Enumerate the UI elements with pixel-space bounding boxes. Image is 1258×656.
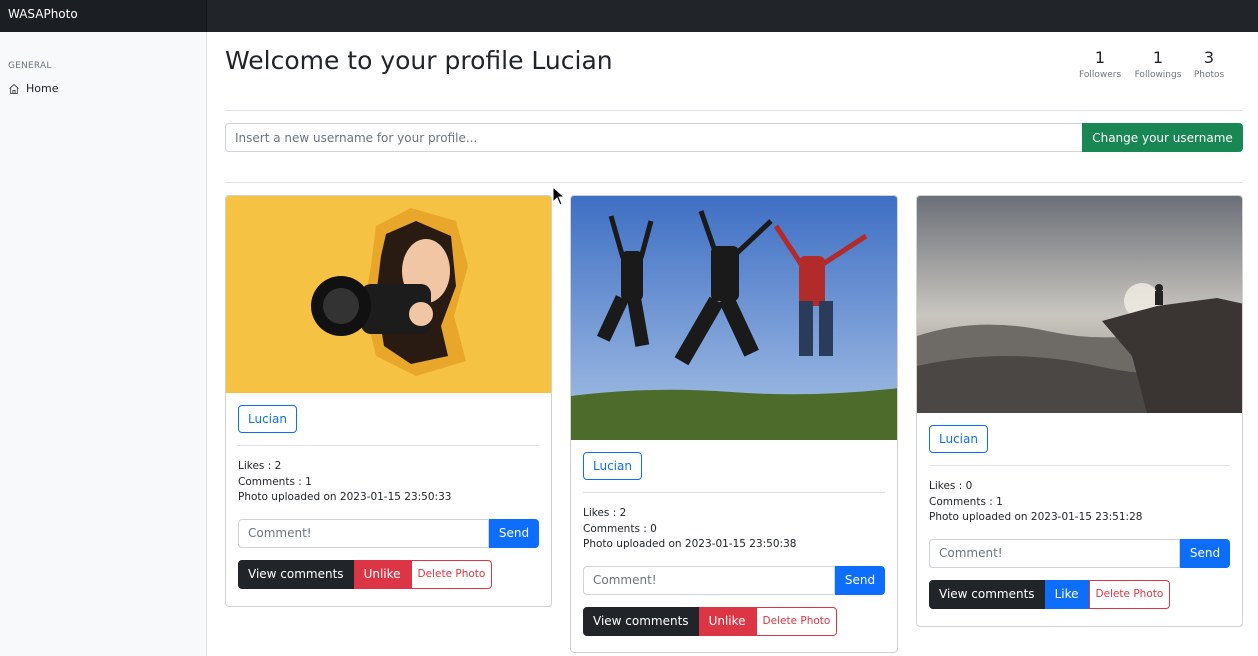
comments-count: Comments : 0 (583, 522, 657, 535)
divider (583, 492, 885, 493)
photo-card: Lucian Likes : 2 Comments : 1 Photo uplo… (225, 195, 552, 607)
mouse-cursor-icon (552, 186, 566, 206)
send-comment-button[interactable]: Send (489, 518, 539, 548)
upload-date: Photo uploaded on 2023-01-15 23:50:33 (238, 491, 452, 503)
owner-button[interactable]: Lucian (238, 405, 297, 433)
sidebar-heading: GENERAL (8, 61, 52, 71)
likes-count: Likes : 2 (238, 460, 282, 472)
send-comment-button[interactable]: Send (1180, 538, 1230, 568)
photo-card: Lucian Likes : 2 Comments : 0 Photo uplo… (570, 195, 898, 653)
photos-label: Photos (1193, 70, 1225, 80)
photo-meta: Likes : 0 Comments : 1 Photo uploaded on… (929, 479, 1230, 526)
followings-stat[interactable]: 1 Followings (1133, 48, 1183, 80)
unlike-button[interactable]: Unlike (353, 559, 411, 589)
delete-photo-button[interactable]: Delete Photo (1088, 579, 1171, 609)
owner-button[interactable]: Lucian (929, 425, 988, 453)
photos-count: 3 (1203, 48, 1215, 67)
followers-label: Followers (1079, 70, 1122, 80)
divider (225, 182, 1243, 183)
view-comments-button[interactable]: View comments (929, 579, 1045, 609)
photo-cliff-landscape-icon (917, 196, 1242, 413)
delete-photo-button[interactable]: Delete Photo (755, 606, 838, 636)
followings-count: 1 (1152, 48, 1164, 67)
photo-image[interactable] (917, 196, 1242, 413)
photos-stat: 3 Photos (1192, 48, 1226, 80)
unlike-button[interactable]: Unlike (698, 606, 756, 636)
likes-count: Likes : 2 (583, 507, 627, 519)
photo-jumping-people-icon (571, 196, 897, 440)
comments-count: Comments : 1 (929, 495, 1003, 508)
main-content: Welcome to your profile Lucian 1 Followe… (207, 32, 1258, 656)
followers-stat[interactable]: 1 Followers (1079, 48, 1121, 80)
sidebar: GENERAL Home (0, 32, 207, 656)
followings-label: Followings (1134, 70, 1182, 80)
delete-photo-button[interactable]: Delete Photo (410, 559, 493, 589)
brand-logo[interactable]: WASAPhoto (0, 0, 207, 32)
photo-card: Lucian Likes : 0 Comments : 1 Photo uplo… (916, 195, 1243, 627)
photo-image[interactable] (571, 196, 897, 440)
photo-meta: Likes : 2 Comments : 1 Photo uploaded on… (238, 459, 539, 506)
followers-count: 1 (1094, 48, 1106, 67)
page-title: Welcome to your profile Lucian (225, 46, 613, 75)
sidebar-item-label: Home (26, 82, 59, 95)
sidebar-item-home[interactable]: Home (8, 82, 58, 95)
photo-camera-icon (226, 196, 551, 393)
comments-count: Comments : 1 (238, 475, 312, 488)
like-button[interactable]: Like (1044, 579, 1089, 609)
upload-date: Photo uploaded on 2023-01-15 23:51:28 (929, 511, 1143, 523)
send-comment-button[interactable]: Send (835, 565, 885, 595)
change-username-button[interactable]: Change your username (1082, 123, 1243, 152)
photo-image[interactable] (226, 196, 551, 393)
divider (225, 110, 1243, 111)
view-comments-button[interactable]: View comments (583, 606, 699, 636)
home-icon (9, 83, 19, 94)
view-comments-button[interactable]: View comments (238, 559, 354, 589)
username-input[interactable] (225, 123, 1083, 152)
divider (929, 465, 1230, 466)
divider (238, 445, 539, 446)
photo-meta: Likes : 2 Comments : 0 Photo uploaded on… (583, 506, 885, 553)
upload-date: Photo uploaded on 2023-01-15 23:50:38 (583, 538, 797, 550)
comment-input[interactable] (583, 565, 835, 595)
owner-button[interactable]: Lucian (583, 452, 642, 480)
likes-count: Likes : 0 (929, 480, 973, 492)
comment-input[interactable] (238, 518, 489, 548)
comment-input[interactable] (929, 538, 1180, 568)
